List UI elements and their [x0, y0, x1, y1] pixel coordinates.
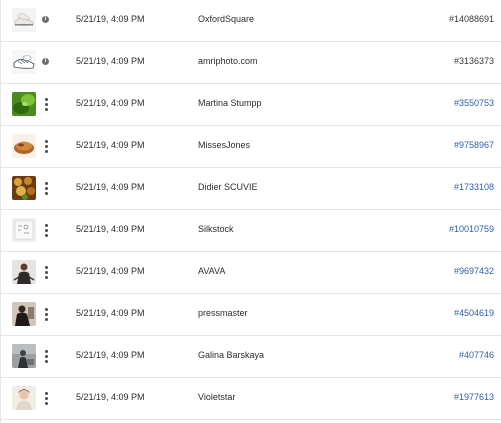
woman-portrait-thumbnail[interactable]	[12, 386, 36, 410]
date-cell: 5/21/19, 4:09 PM	[76, 350, 145, 360]
list-item[interactable]: 5/21/19, 4:09 PM AVAVA #9697432	[1, 252, 501, 294]
vegetables-thumbnail[interactable]	[12, 176, 36, 200]
author-cell: Martina Stumpp	[198, 98, 262, 108]
date-cell: 5/21/19, 4:09 PM	[76, 98, 145, 108]
author-cell: pressmaster	[198, 308, 248, 318]
asset-id-link[interactable]: #9697432	[454, 266, 494, 276]
author-cell: Didier SCUVIE	[198, 182, 258, 192]
bread-food-thumbnail[interactable]	[12, 134, 36, 158]
list-item[interactable]: 5/21/19, 4:09 PM Galina Barskaya #407746	[1, 336, 501, 378]
list-item[interactable]: 5/21/19, 4:09 PM Violetstar #1977613	[1, 378, 501, 420]
more-options-icon[interactable]	[42, 391, 50, 407]
asset-id: #3136373	[453, 56, 494, 66]
white-sneakers-thumbnail[interactable]	[12, 8, 36, 32]
asset-id-link[interactable]: #4504619	[454, 308, 494, 318]
sneaker-outline-thumbnail[interactable]	[12, 50, 36, 74]
asset-id-link[interactable]: #1733108	[454, 182, 494, 192]
more-options-icon[interactable]	[42, 307, 50, 323]
date-cell: 5/21/19, 4:09 PM	[76, 140, 145, 150]
list-item[interactable]: 5/21/19, 4:09 PM MissesJones #9758967	[1, 126, 501, 168]
author-cell: MissesJones	[198, 140, 251, 150]
info-icon[interactable]: i	[42, 16, 49, 23]
author-cell: OxfordSquare	[198, 14, 255, 24]
date-cell: 5/21/19, 4:09 PM	[76, 266, 145, 276]
author-cell: Silkstock	[198, 224, 234, 234]
author-cell: Galina Barskaya	[198, 350, 265, 360]
date-cell: 5/21/19, 4:09 PM	[76, 182, 145, 192]
more-options-icon[interactable]	[42, 223, 50, 239]
asset-id-link[interactable]: #9758967	[454, 140, 494, 150]
date-cell: 5/21/19, 4:09 PM	[76, 392, 145, 402]
list-item[interactable]: 5/21/19, 4:09 PM pressmaster #4504619	[1, 294, 501, 336]
author-cell: AVAVA	[198, 266, 226, 276]
more-options-icon[interactable]	[42, 139, 50, 155]
list-item[interactable]: i 5/21/19, 4:09 PM OxfordSquare #1408869…	[1, 0, 501, 42]
asset-id-link[interactable]: #1977613	[454, 392, 494, 402]
green-leaf-thumbnail[interactable]	[12, 92, 36, 116]
asset-id: #14088691	[448, 14, 494, 24]
person-dark-thumbnail[interactable]	[12, 302, 36, 326]
person-sitting-thumbnail[interactable]	[12, 260, 36, 284]
more-options-icon[interactable]	[42, 97, 50, 113]
asset-id-link[interactable]: #3550753	[454, 98, 494, 108]
author-cell: amriphoto.com	[198, 56, 258, 66]
info-icon[interactable]: i	[42, 58, 49, 65]
list-item[interactable]: i 5/21/19, 4:09 PM amriphoto.com #313637…	[1, 42, 501, 84]
asset-list: i 5/21/19, 4:09 PM OxfordSquare #1408869…	[0, 0, 501, 423]
notes-paper-thumbnail[interactable]	[12, 218, 36, 242]
person-gray-thumbnail[interactable]	[12, 344, 36, 368]
asset-id-link[interactable]: #10010759	[449, 224, 494, 234]
author-cell: Violetstar	[198, 392, 236, 402]
list-item[interactable]: 5/21/19, 4:09 PM Martina Stumpp #3550753	[1, 84, 501, 126]
date-cell: 5/21/19, 4:09 PM	[76, 14, 145, 24]
more-options-icon[interactable]	[42, 181, 50, 197]
asset-id-link[interactable]: #407746	[459, 350, 494, 360]
list-item[interactable]: 5/21/19, 4:09 PM Silkstock #10010759	[1, 210, 501, 252]
list-item[interactable]: 5/21/19, 4:09 PM Didier SCUVIE #1733108	[1, 168, 501, 210]
date-cell: 5/21/19, 4:09 PM	[76, 308, 145, 318]
more-options-icon[interactable]	[42, 265, 50, 281]
date-cell: 5/21/19, 4:09 PM	[76, 56, 145, 66]
date-cell: 5/21/19, 4:09 PM	[76, 224, 145, 234]
more-options-icon[interactable]	[42, 349, 50, 365]
